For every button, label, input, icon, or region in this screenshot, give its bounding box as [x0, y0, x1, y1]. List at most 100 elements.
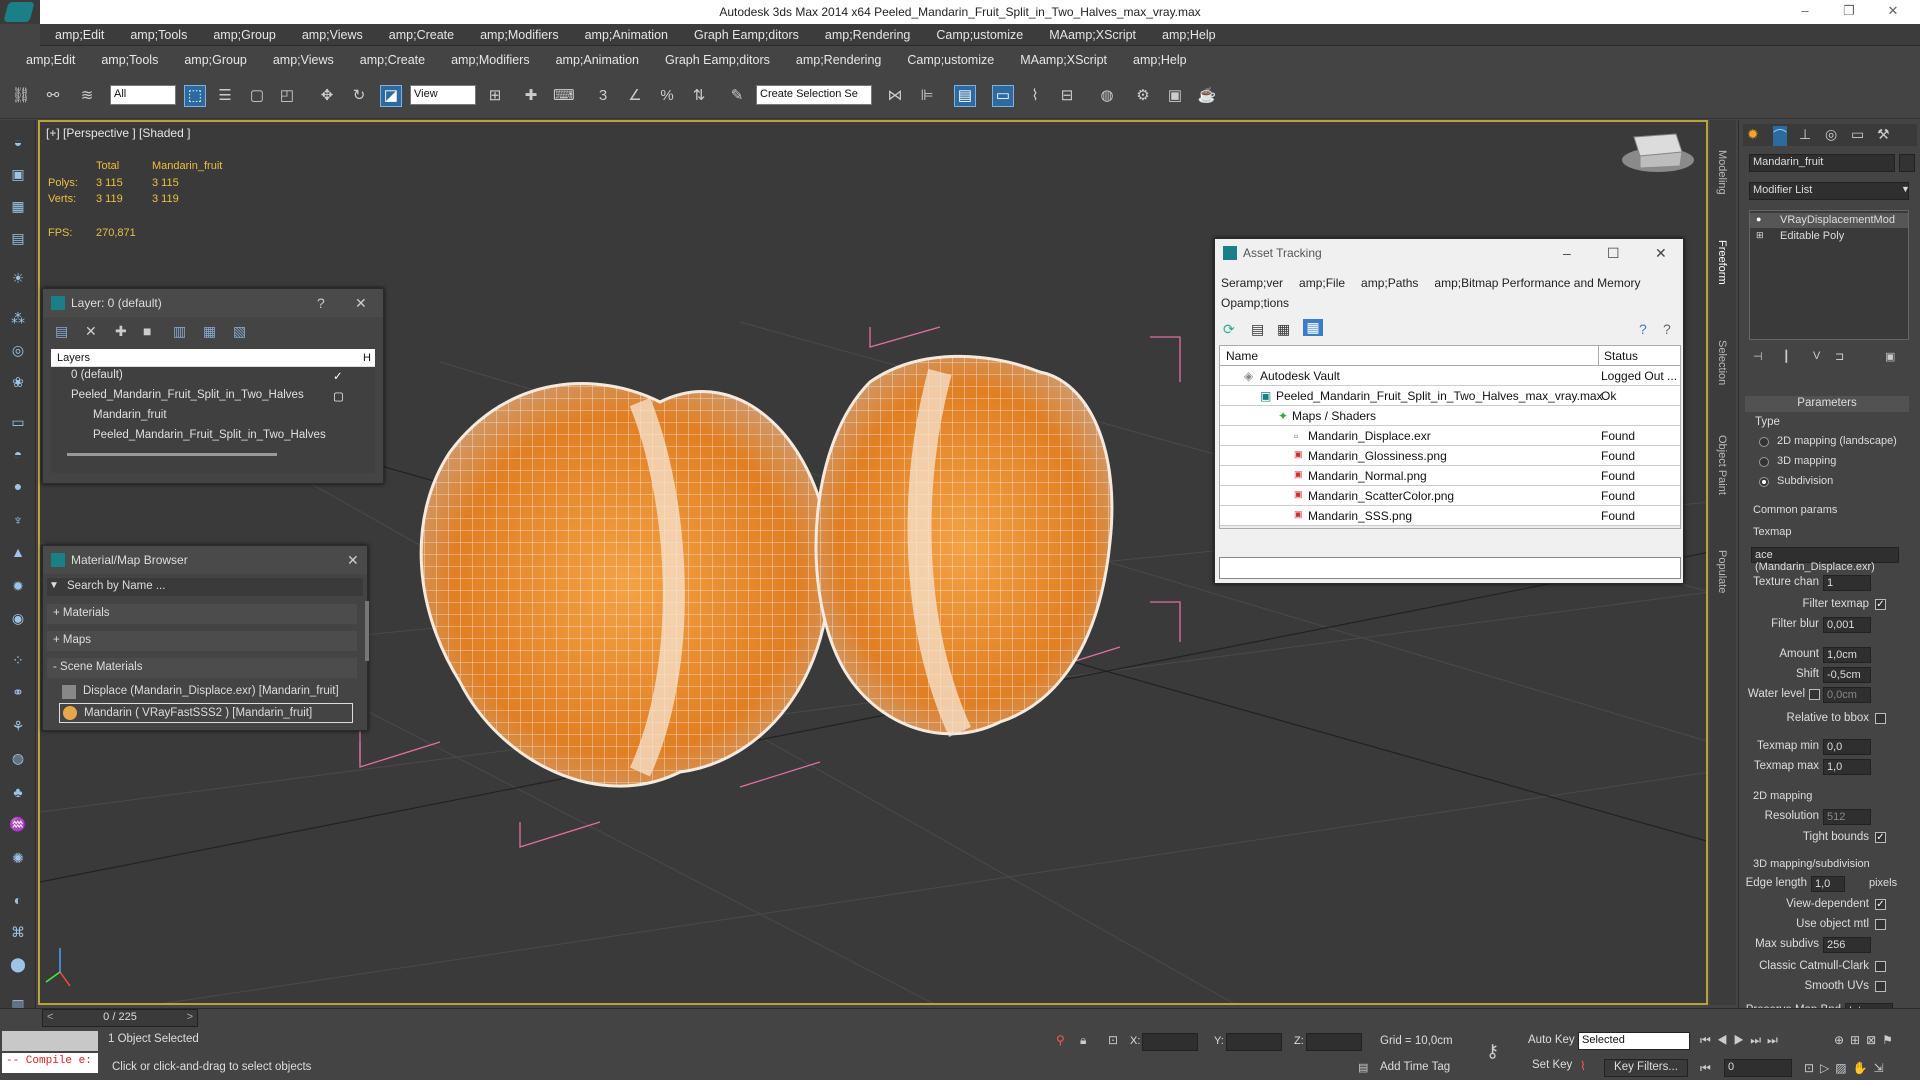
teapot-icon[interactable]: ◒ [7, 132, 29, 152]
asset-row[interactable]: Mandarin_Normal.png Found ▣ [1220, 466, 1680, 486]
texture-chan-input[interactable]: 1 [1823, 575, 1871, 591]
move-icon[interactable]: ✥ [316, 85, 338, 107]
menu-item[interactable]: amp;Views [302, 24, 363, 42]
shift-input[interactable]: -0,5cm [1823, 667, 1871, 683]
menu-item[interactable]: amp;Animation [585, 24, 668, 42]
menu-item[interactable]: amp;Create [360, 49, 425, 67]
ref-coord-select[interactable]: View [410, 85, 476, 105]
viewport-nav-controls-2[interactable]: ⊡▷▨✋⇲ [1804, 1061, 1890, 1075]
material-item[interactable]: Mandarin ( VRayFastSSS2 ) [Mandarin_frui… [59, 703, 353, 723]
maxscript-listener-top[interactable] [2, 1031, 98, 1051]
tight-bounds-checkbox[interactable]: ✓ [1875, 832, 1886, 843]
scatter-icon[interactable]: ⁘ [7, 650, 29, 670]
lock-selection-icon[interactable]: 🔒︎ [1080, 1033, 1086, 1048]
container-icon[interactable]: ▤ [7, 228, 29, 248]
ribbon-toggle-icon[interactable]: ▭ [992, 85, 1014, 107]
edge-length-input[interactable]: 1,0 [1811, 876, 1845, 892]
viewport-label[interactable]: [+] [Perspective ] [Shaded ] [46, 126, 190, 140]
menu-item[interactable]: Graph Eamp;ditors [694, 24, 799, 42]
menu-item[interactable]: MAamp;XScript [1020, 49, 1107, 67]
materials-group[interactable]: + Materials [47, 604, 357, 624]
link-icon[interactable]: ⛓ [10, 85, 32, 107]
selection-set-select[interactable]: Create Selection Se [756, 85, 872, 105]
maximize-icon[interactable]: ☐ [1607, 245, 1620, 262]
layer-row[interactable]: 0 (default) ✓ [71, 367, 393, 386]
dome-icon[interactable]: ◓ [7, 444, 29, 464]
rotate-icon[interactable]: ↻ [348, 85, 370, 107]
material-search-input[interactable]: Search by Name ... [47, 578, 363, 596]
menu-item[interactable]: Opamp;tions [1221, 293, 1289, 313]
menu-item[interactable]: amp;Help [1162, 24, 1216, 42]
view-dependent-checkbox[interactable]: ✓ [1875, 899, 1886, 910]
menu-item[interactable]: amp;Views [273, 49, 334, 67]
layer-row[interactable]: Peeled_Mandarin_Fruit_Split_in_Two_Halve… [71, 387, 393, 406]
status-col-header[interactable]: Status [1604, 349, 1638, 363]
smooth-uvs-checkbox[interactable] [1875, 981, 1886, 992]
minimize-icon[interactable]: – [1790, 3, 1820, 18]
grid-icon[interactable]: ▦ [7, 196, 29, 216]
menu-item[interactable]: Graph Eamp;ditors [665, 49, 770, 67]
lightbulb-icon[interactable]: ● [1756, 214, 1761, 224]
dropdown-arrow-icon[interactable]: ▼ [49, 580, 59, 591]
viewport-nav-controls[interactable]: ⊕⊞⊠⚑ [1834, 1033, 1899, 1047]
hair-icon[interactable]: ♆ [7, 510, 29, 530]
asset-row[interactable]: Mandarin_Displace.exr Found ▫ [1220, 426, 1680, 446]
percent-snap-icon[interactable]: % [656, 85, 678, 107]
hair-fur-icon[interactable]: ♒ [7, 814, 29, 834]
material-sphere-icon[interactable]: ◉ [7, 608, 29, 628]
modifier-item[interactable]: ⊞ Editable Poly [1750, 229, 1908, 244]
utilities-tab-icon[interactable]: ⚒ [1877, 126, 1890, 143]
edit-named-sets-icon[interactable]: ✎ [726, 85, 748, 107]
menu-item[interactable]: amp;Create [389, 24, 454, 42]
vray-icon[interactable]: ⬤ [7, 954, 29, 974]
fx-icon[interactable]: ✺ [7, 848, 29, 868]
filter-texmap-checkbox[interactable]: ✓ [1875, 599, 1886, 610]
asset-row[interactable]: Mandarin_ScatterColor.png Found ▣ [1220, 486, 1680, 506]
name-col-header[interactable]: Name [1226, 349, 1258, 363]
rendered-frame-icon[interactable]: ▣ [1164, 85, 1186, 107]
snap-toggle-icon[interactable]: 3 [592, 85, 614, 107]
hide-all-icon[interactable]: ▦ [203, 323, 216, 340]
playback-controls[interactable]: ⏮◀▶⏭⏭ [1700, 1033, 1784, 1048]
menu-item[interactable]: amp;Group [184, 49, 247, 67]
close-icon[interactable]: ✕ [355, 295, 367, 312]
key-icon[interactable]: ⌇ [1580, 1059, 1586, 1073]
plane-icon[interactable]: ▭ [7, 412, 29, 432]
scale-icon[interactable]: ◪ [380, 85, 402, 107]
menu-item[interactable]: amp;Help [1133, 49, 1187, 67]
z-coord-input[interactable] [1306, 1033, 1362, 1051]
maxscript-listener[interactable]: -- Compile e: [2, 1053, 98, 1073]
use-object-mtl-checkbox[interactable] [1875, 919, 1886, 930]
scrollbar[interactable] [365, 601, 369, 661]
material-editor-icon[interactable]: ◍ [1096, 85, 1118, 107]
menu-item[interactable]: amp;Animation [556, 49, 639, 67]
menu-item[interactable]: Camp;ustomize [936, 24, 1023, 42]
max-subdivs-input[interactable]: 256 [1823, 937, 1871, 953]
mirror-icon[interactable]: ⋈ [884, 85, 906, 107]
restore-icon[interactable]: ❐ [1834, 3, 1864, 19]
menu-item[interactable]: amp;Tools [130, 24, 187, 42]
layer-row[interactable]: Peeled_Mandarin_Fruit_Split_in_Two_Halve… [93, 427, 415, 446]
prev-frame-icon[interactable]: < [47, 1011, 53, 1023]
layer-row[interactable]: Mandarin_fruit [93, 407, 415, 426]
key-mode-select[interactable]: Selected [1578, 1032, 1690, 1050]
freeze-all-icon[interactable]: ▧ [233, 323, 246, 340]
close-icon[interactable]: ✕ [1878, 3, 1908, 19]
asset-tracking-titlebar[interactable]: Asset Tracking – ☐ ✕ [1215, 239, 1683, 267]
tab-modeling[interactable]: Modeling [1716, 150, 1728, 195]
tab-populate[interactable]: Populate [1716, 550, 1728, 593]
configure-sets-icon[interactable]: ▣ [1885, 350, 1895, 363]
script-icon[interactable]: ⌘ [7, 922, 29, 942]
close-icon[interactable]: ✕ [1655, 245, 1667, 262]
menu-item[interactable]: amp;Modifiers [480, 24, 559, 42]
thumbnail-view-icon[interactable]: ▦ [1277, 321, 1290, 338]
radio-subdivision[interactable] [1759, 477, 1769, 487]
list-view-icon[interactable]: ▤ [1251, 321, 1264, 338]
light-icon[interactable]: ☀ [7, 268, 29, 288]
mandarin-half-left[interactable] [419, 382, 832, 788]
minimize-icon[interactable]: – [1563, 245, 1571, 261]
scrollbar[interactable] [67, 453, 277, 456]
display-tab-icon[interactable]: ▭ [1851, 126, 1864, 143]
object-color-swatch[interactable] [1899, 154, 1915, 172]
texmap-button[interactable]: ace (Mandarin_Displace.exr) [1751, 547, 1899, 573]
